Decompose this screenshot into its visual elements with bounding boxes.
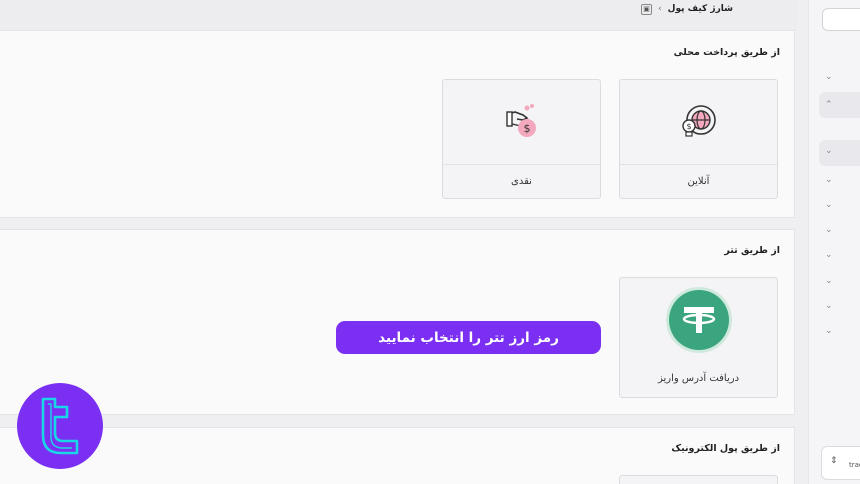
breadcrumb: شارژ کیف پول › ▣: [641, 2, 733, 16]
chevron-down-icon[interactable]: ⌄: [825, 225, 833, 235]
online-payment-icon: $: [682, 105, 716, 137]
section-e-money: از طریق پول الکترونیک: [0, 427, 795, 484]
brand-logo: [17, 383, 103, 469]
tether-icon: [666, 287, 732, 353]
chevron-down-icon[interactable]: ⌄: [825, 326, 833, 336]
cash-hand-icon: $: [506, 104, 536, 137]
chevron-down-icon[interactable]: ⌄: [825, 146, 833, 156]
section-title: از طریق پول الکترونیک: [671, 443, 780, 454]
chevron-up-down-icon: ⇕: [830, 456, 838, 466]
svg-text:$: $: [524, 122, 531, 135]
e-money-card[interactable]: [619, 475, 778, 484]
top-bar: شارژ کیف پول › ▣: [0, 0, 797, 30]
brand-logo-mark: [41, 397, 79, 455]
section-title: از طریق پرداخت محلی: [673, 47, 780, 58]
section-title: از طریق تتر: [724, 245, 780, 256]
card-label: دریافت آدرس واریز: [657, 373, 740, 384]
chevron-down-icon[interactable]: ⌄: [825, 301, 833, 311]
instruction-banner: رمز ارز تتر را انتخاب نمایید: [336, 321, 601, 354]
online-payment-card[interactable]: $ آنلاین: [619, 79, 778, 199]
chevron-up-icon[interactable]: ⌃: [825, 100, 833, 110]
chevron-down-icon[interactable]: ⌄: [825, 175, 833, 185]
sidebar-footer-text: trad: [849, 461, 860, 469]
wallet-icon[interactable]: ▣: [641, 3, 653, 15]
card-divider: [443, 164, 600, 165]
chevron-down-icon[interactable]: ⌄: [825, 250, 833, 260]
sidebar: ⌄ ⌃ ⌄ ⌄ ⌄ ⌄ ⌄ ⌄ ⌄ ⌄ ⇕ trad: [808, 0, 860, 484]
tether-deposit-card[interactable]: دریافت آدرس واریز: [619, 277, 778, 398]
chevron-down-icon[interactable]: ⌄: [825, 276, 833, 286]
section-local-payment: از طریق پرداخت محلی $ آنلاین $ نقدی: [0, 30, 795, 218]
breadcrumb-current: شارژ کیف پول: [667, 4, 733, 14]
card-label: نقدی: [511, 176, 532, 187]
card-label: آنلاین: [687, 176, 710, 187]
sidebar-footer-select[interactable]: ⇕ trad: [821, 446, 860, 480]
cash-payment-card[interactable]: $ نقدی: [442, 79, 601, 199]
card-divider: [620, 164, 777, 165]
chevron-right-icon: ›: [658, 4, 662, 14]
chevron-down-icon[interactable]: ⌄: [825, 200, 833, 210]
svg-text:$: $: [686, 122, 691, 131]
banner-text: رمز ارز تتر را انتخاب نمایید: [378, 329, 559, 346]
search-input[interactable]: [822, 8, 860, 31]
chevron-down-icon[interactable]: ⌄: [825, 72, 833, 82]
